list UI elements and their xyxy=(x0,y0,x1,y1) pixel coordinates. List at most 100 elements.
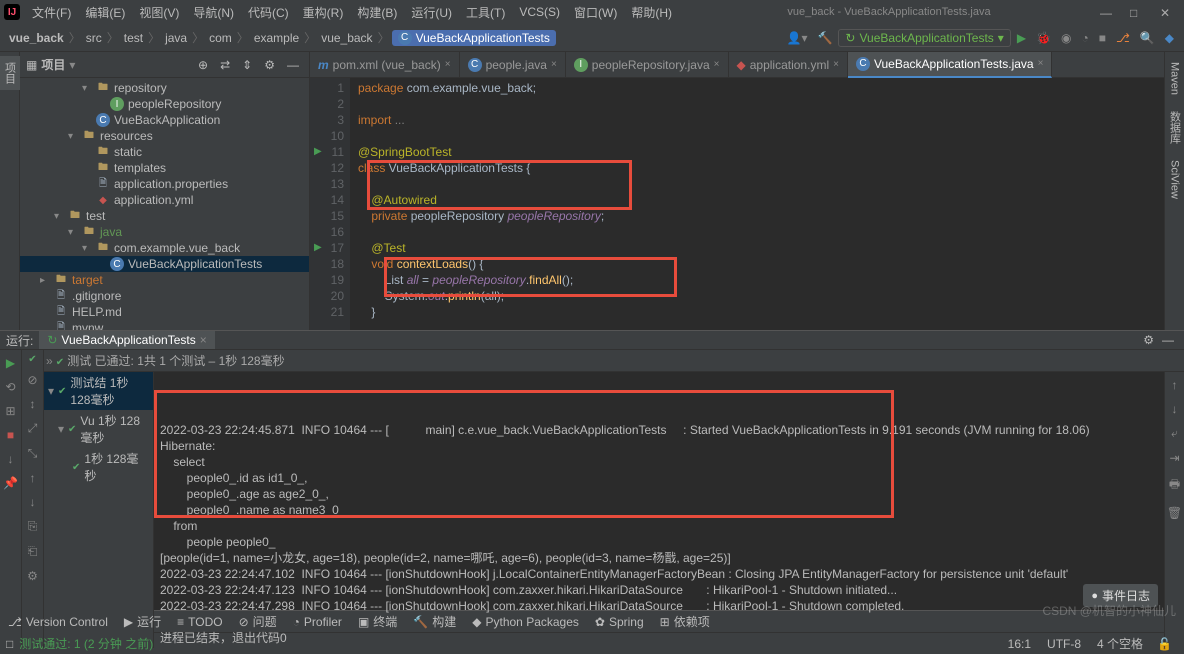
editor-tab[interactable]: IpeopleRepository.java× xyxy=(566,52,729,78)
project-tool-tab[interactable]: 项目 xyxy=(0,56,20,90)
watermark: CSDN @机智的小神仙儿 xyxy=(1042,602,1176,619)
sort-icon[interactable]: ↕ xyxy=(26,395,40,413)
menu-file[interactable]: 文件(F) xyxy=(26,2,77,23)
menu-vcs[interactable]: VCS(S) xyxy=(513,3,566,21)
show-ignored-icon[interactable]: ⊘ xyxy=(23,371,41,389)
toggle-auto-test-button[interactable]: ⊞ xyxy=(1,402,19,420)
tree-item-VueBackApplicationTests[interactable]: CVueBackApplicationTests xyxy=(20,256,309,272)
menu-window[interactable]: 窗口(W) xyxy=(568,2,623,23)
settings-icon[interactable]: ⚙ xyxy=(260,56,279,74)
prev-icon[interactable]: ↑ xyxy=(26,469,40,487)
debug-button[interactable]: 🐞 xyxy=(1032,29,1055,47)
tree-item-application.properties[interactable]: 🗎application.properties xyxy=(20,176,309,192)
editor-tab[interactable]: CVueBackApplicationTests.java× xyxy=(848,52,1053,78)
collapse-all-icon[interactable]: ⇕ xyxy=(238,56,256,74)
menu-build[interactable]: 构建(B) xyxy=(351,2,403,23)
breadcrumb[interactable]: vue_back xyxy=(318,31,375,45)
print-icon[interactable]: 🖶 xyxy=(1165,473,1184,498)
menu-navigate[interactable]: 导航(N) xyxy=(187,2,240,23)
version-control-tab[interactable]: ⎇ Version Control xyxy=(0,615,116,629)
run-settings-icon[interactable]: ⚙ xyxy=(1139,331,1158,349)
run-button[interactable]: ▶ xyxy=(1013,29,1030,47)
test-tree-item[interactable]: ✔1秒 128毫秒 xyxy=(44,448,153,486)
maximize-icon[interactable]: □ xyxy=(1130,6,1142,18)
menu-refactor[interactable]: 重构(R) xyxy=(297,2,350,23)
search-icon[interactable]: 🔍 xyxy=(1136,29,1159,47)
breadcrumb[interactable]: src xyxy=(83,31,105,45)
user-icon[interactable]: 👤▾ xyxy=(783,29,812,47)
tree-item-repository[interactable]: ▾🖿repository xyxy=(20,80,309,96)
maven-tool-tab[interactable]: Maven xyxy=(1167,56,1183,101)
editor-tab[interactable]: mpom.xml (vue_back)× xyxy=(310,52,460,78)
profile-button[interactable]: ◔ xyxy=(1077,29,1092,47)
project-tree[interactable]: ▾🖿repositoryIpeopleRepositoryCVueBackApp… xyxy=(20,78,309,330)
console-output[interactable]: 2022-03-23 22:24:45.871 INFO 10464 --- [… xyxy=(154,372,1164,648)
breadcrumb[interactable]: vue_back xyxy=(6,31,67,45)
menu-help[interactable]: 帮助(H) xyxy=(625,2,678,23)
tree-item-VueBackApplication[interactable]: CVueBackApplication xyxy=(20,112,309,128)
test-tree[interactable]: ▾✔测试结 1秒 128毫秒 ▾✔Vu 1秒 128毫秒 ✔1秒 128毫秒 xyxy=(44,372,154,648)
stop-button[interactable]: ■ xyxy=(3,426,18,444)
run-hide-icon[interactable]: — xyxy=(1158,331,1178,349)
tree-item-target[interactable]: ▸🖿target xyxy=(20,272,309,288)
tree-item-application.yml[interactable]: ◆application.yml xyxy=(20,192,309,208)
run-tab[interactable]: ↻VueBackApplicationTests × xyxy=(39,331,214,349)
editor-tab[interactable]: Cpeople.java× xyxy=(460,52,566,78)
minimize-icon[interactable]: — xyxy=(1100,6,1112,18)
tree-item-HELP.md[interactable]: 🗎HELP.md xyxy=(20,304,309,320)
build-icon[interactable]: 🔨 xyxy=(813,29,836,47)
hide-icon[interactable]: — xyxy=(283,56,303,74)
test-tree-item[interactable]: ▾✔Vu 1秒 128毫秒 xyxy=(44,410,153,448)
menu-view[interactable]: 视图(V) xyxy=(133,2,185,23)
tree-item-.gitignore[interactable]: 🗎.gitignore xyxy=(20,288,309,304)
scroll-up-icon[interactable]: ↑ xyxy=(1168,376,1182,394)
menu-run[interactable]: 运行(U) xyxy=(405,2,458,23)
git-icon[interactable]: ⎇ xyxy=(1112,29,1134,47)
soft-wrap-icon[interactable]: ⤶ xyxy=(1167,424,1182,443)
breadcrumb[interactable]: java xyxy=(162,31,190,45)
select-opened-file-icon[interactable]: ⊕ xyxy=(194,56,212,74)
breadcrumb[interactable]: test xyxy=(121,31,146,45)
close-icon[interactable]: ✕ xyxy=(1160,6,1172,18)
scroll-end-icon[interactable]: ⇥ xyxy=(1165,449,1183,467)
menu-code[interactable]: 代码(C) xyxy=(242,2,295,23)
tree-item-peopleRepository[interactable]: IpeopleRepository xyxy=(20,96,309,112)
project-tool-window: ▦ 项目 ▾ ⊕ ⇄ ⇕ ⚙ — ▾🖿repositoryIpeopleRepo… xyxy=(20,52,310,330)
pin-button[interactable]: 📌 xyxy=(0,474,22,492)
breadcrumb-current[interactable]: CVueBackApplicationTests xyxy=(392,30,556,46)
tree-item-com.example.vue_back[interactable]: ▾🖿com.example.vue_back xyxy=(20,240,309,256)
tree-item-static[interactable]: 🖿static xyxy=(20,144,309,160)
show-passed-icon[interactable]: ✔ xyxy=(28,354,36,365)
breadcrumb[interactable]: example xyxy=(251,31,302,45)
rerun-failed-button[interactable]: ⟲ xyxy=(1,378,19,396)
expand-icon[interactable]: ⤢ xyxy=(24,419,42,438)
tree-item-mvnw[interactable]: 🗎mvnw xyxy=(20,320,309,330)
export-icon[interactable]: ⎘ xyxy=(24,517,42,536)
settings-icon[interactable]: ◆ xyxy=(1161,29,1178,47)
tree-item-test[interactable]: ▾🖿test xyxy=(20,208,309,224)
test-tree-root[interactable]: ▾✔测试结 1秒 128毫秒 xyxy=(44,372,153,410)
rerun-button[interactable]: ▶ xyxy=(2,354,19,372)
status-icon[interactable]: □ xyxy=(6,637,13,651)
stop-button[interactable]: ■ xyxy=(1095,29,1110,47)
breadcrumb[interactable]: com xyxy=(206,31,235,45)
scroll-down-icon[interactable]: ↓ xyxy=(1168,400,1182,418)
editor-tab[interactable]: ◆application.yml× xyxy=(729,52,848,78)
collapse-icon[interactable]: ⤡ xyxy=(24,444,42,463)
next-icon[interactable]: ↓ xyxy=(26,493,40,511)
history-button[interactable]: ↓ xyxy=(4,450,18,468)
coverage-button[interactable]: ◉ xyxy=(1057,29,1075,47)
sciview-tool-tab[interactable]: SciView xyxy=(1167,154,1183,205)
import-icon[interactable]: ⎗ xyxy=(24,542,42,561)
expand-all-icon[interactable]: ⇄ xyxy=(216,56,234,74)
tree-item-java[interactable]: ▾🖿java xyxy=(20,224,309,240)
test-result-status: 测试通过: 1 (2 分钟 之前) xyxy=(19,635,153,652)
clear-icon[interactable]: 🗑 xyxy=(1163,504,1184,522)
more-icon[interactable]: ⚙ xyxy=(23,567,42,585)
menu-edit[interactable]: 编辑(E) xyxy=(79,2,131,23)
database-tool-tab[interactable]: 数据库 xyxy=(1165,105,1184,150)
menu-tools[interactable]: 工具(T) xyxy=(460,2,511,23)
tree-item-templates[interactable]: 🖿templates xyxy=(20,160,309,176)
run-config-dropdown[interactable]: ↻ VueBackApplicationTests ▾ xyxy=(838,29,1010,47)
tree-item-resources[interactable]: ▾🖿resources xyxy=(20,128,309,144)
